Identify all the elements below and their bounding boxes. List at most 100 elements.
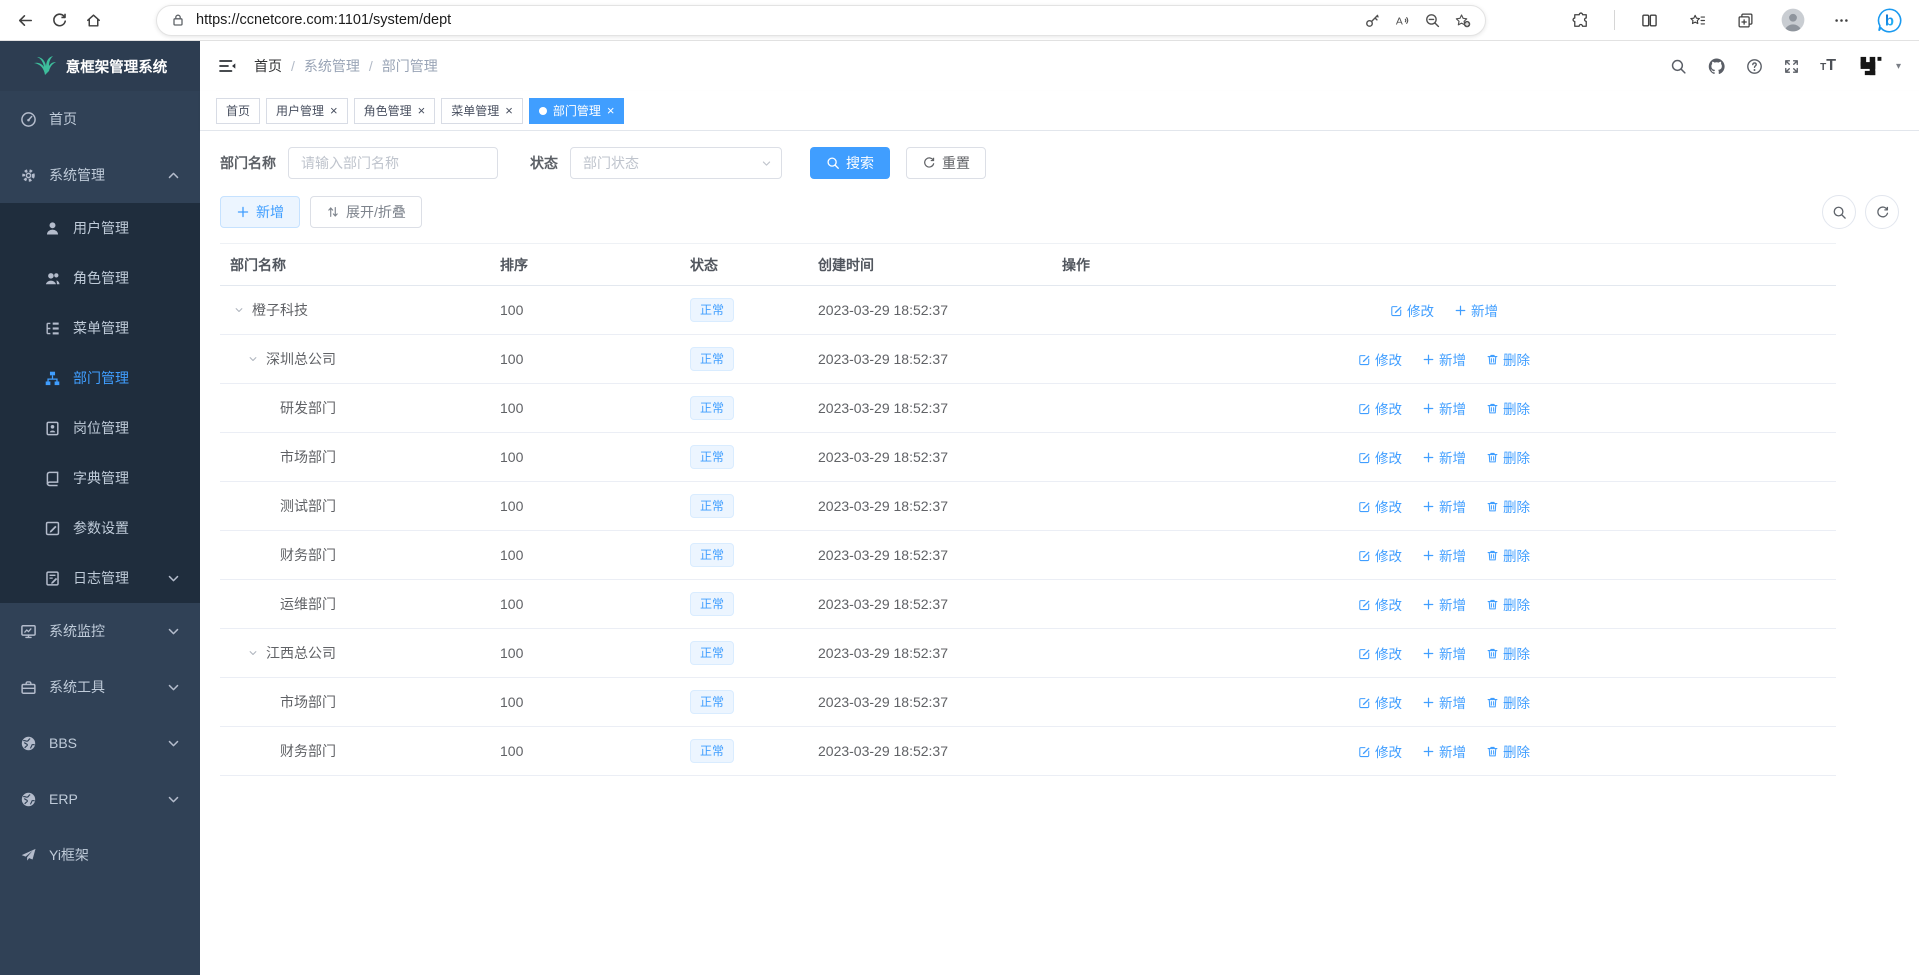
sidebar-item-label: 部门管理 (73, 368, 182, 388)
edit-link[interactable]: 修改 (1358, 643, 1402, 663)
search-button[interactable]: 搜索 (810, 147, 890, 179)
tree-expand-icon[interactable] (244, 350, 262, 368)
tab-3[interactable]: 菜单管理× (441, 98, 523, 124)
add-link[interactable]: 新增 (1422, 741, 1466, 761)
refresh-table-button[interactable] (1865, 195, 1899, 229)
add-button[interactable]: 新增 (220, 196, 300, 228)
sidebar-item-4[interactable]: 菜单管理 (0, 303, 200, 353)
favorites-button[interactable] (1683, 5, 1711, 35)
delete-link[interactable]: 删除 (1486, 496, 1530, 516)
tree-expand-icon[interactable] (244, 644, 262, 662)
delete-link[interactable]: 删除 (1486, 741, 1530, 761)
edit-link[interactable]: 修改 (1390, 300, 1434, 320)
add-link[interactable]: 新增 (1422, 594, 1466, 614)
edit-link[interactable]: 修改 (1358, 594, 1402, 614)
add-link[interactable]: 新增 (1422, 496, 1466, 516)
edit-link[interactable]: 修改 (1358, 545, 1402, 565)
edit-link[interactable]: 修改 (1358, 447, 1402, 467)
svg-text:A: A (1395, 16, 1402, 27)
add-link[interactable]: 新增 (1422, 643, 1466, 663)
delete-link[interactable]: 删除 (1486, 398, 1530, 418)
delete-link[interactable]: 删除 (1486, 349, 1530, 369)
zoom-out-icon[interactable] (1417, 7, 1447, 33)
collections-button[interactable] (1731, 5, 1759, 35)
fullscreen-icon[interactable] (1783, 58, 1800, 75)
close-icon[interactable]: × (418, 104, 426, 117)
add-favorite-icon[interactable] (1447, 7, 1477, 33)
edit-link[interactable]: 修改 (1358, 349, 1402, 369)
users-icon (44, 270, 61, 287)
tree-expand-icon[interactable] (230, 301, 248, 319)
delete-link[interactable]: 删除 (1486, 545, 1530, 565)
header-search-icon[interactable] (1670, 58, 1687, 75)
tab-0[interactable]: 首页 (216, 98, 260, 124)
browser-menu-button[interactable] (1827, 5, 1855, 35)
delete-link[interactable]: 删除 (1486, 594, 1530, 614)
expand-collapse-button[interactable]: 展开/折叠 (310, 196, 422, 228)
sidebar-item-2[interactable]: 用户管理 (0, 203, 200, 253)
delete-link[interactable]: 删除 (1486, 447, 1530, 467)
address-bar[interactable]: https://ccnetcore.com:1101/system/dept A (156, 5, 1486, 36)
edit-link[interactable]: 修改 (1358, 692, 1402, 712)
col-header-ops: 操作 (1052, 244, 1836, 286)
read-aloud-icon[interactable]: A (1387, 7, 1417, 33)
tab-1[interactable]: 用户管理× (266, 98, 348, 124)
breadcrumb-system[interactable]: 系统管理 (304, 56, 360, 76)
tab-2[interactable]: 角色管理× (354, 98, 436, 124)
edit-link[interactable]: 修改 (1358, 496, 1402, 516)
sidebar-item-14[interactable]: Yi框架 (0, 827, 200, 883)
sidebar-item-3[interactable]: 角色管理 (0, 253, 200, 303)
home-button[interactable] (76, 5, 110, 35)
sidebar-item-13[interactable]: ERP (0, 771, 200, 827)
avatar-caret-icon[interactable]: ▾ (1896, 61, 1901, 72)
user-avatar[interactable] (1856, 51, 1886, 81)
split-screen-button[interactable] (1635, 5, 1663, 35)
sidebar-item-6[interactable]: 岗位管理 (0, 403, 200, 453)
sidebar-item-10[interactable]: 系统监控 (0, 603, 200, 659)
add-link[interactable]: 新增 (1422, 349, 1466, 369)
delete-link[interactable]: 删除 (1486, 643, 1530, 663)
created-time: 2023-03-29 18:52:37 (808, 286, 1052, 335)
sidebar-fold-button[interactable] (214, 53, 240, 79)
add-link[interactable]: 新增 (1454, 300, 1498, 320)
dept-name-input[interactable] (288, 147, 498, 179)
add-link[interactable]: 新增 (1422, 692, 1466, 712)
password-key-icon[interactable] (1357, 7, 1387, 33)
help-icon[interactable] (1746, 58, 1763, 75)
sidebar-item-0[interactable]: 首页 (0, 91, 200, 147)
close-icon[interactable]: × (505, 104, 513, 117)
sidebar-item-8[interactable]: 参数设置 (0, 503, 200, 553)
bing-chat-button[interactable]: b (1875, 5, 1903, 35)
back-icon[interactable] (8, 5, 42, 35)
add-link[interactable]: 新增 (1422, 545, 1466, 565)
status-select[interactable]: 部门状态 (570, 147, 782, 179)
sidebar-item-7[interactable]: 字典管理 (0, 453, 200, 503)
sidebar-item-12[interactable]: BBS (0, 715, 200, 771)
sidebar-item-11[interactable]: 系统工具 (0, 659, 200, 715)
active-dot (539, 107, 547, 115)
breadcrumb-home[interactable]: 首页 (254, 56, 282, 76)
delete-link[interactable]: 删除 (1486, 692, 1530, 712)
add-link[interactable]: 新增 (1422, 447, 1466, 467)
edit-link[interactable]: 修改 (1358, 741, 1402, 761)
app-logo[interactable]: 意框架管理系统 (0, 41, 200, 91)
browser-profile-button[interactable] (1779, 5, 1807, 35)
extensions-button[interactable] (1566, 5, 1594, 35)
reset-button[interactable]: 重置 (906, 147, 986, 179)
bing-icon: b (1876, 7, 1903, 34)
toggle-search-button[interactable] (1822, 195, 1856, 229)
add-link[interactable]: 新增 (1422, 398, 1466, 418)
dept-name-cell: 财务部门 (230, 741, 480, 761)
edit-link[interactable]: 修改 (1358, 398, 1402, 418)
url-text[interactable]: https://ccnetcore.com:1101/system/dept (196, 12, 1357, 28)
font-size-icon[interactable]: TT (1820, 58, 1836, 74)
github-icon[interactable] (1707, 57, 1726, 76)
sidebar-item-9[interactable]: 日志管理 (0, 553, 200, 603)
tree-indent (230, 408, 258, 409)
close-icon[interactable]: × (607, 104, 615, 117)
tab-4[interactable]: 部门管理× (529, 98, 625, 124)
reload-button[interactable] (42, 5, 76, 35)
close-icon[interactable]: × (330, 104, 338, 117)
sidebar-item-5[interactable]: 部门管理 (0, 353, 200, 403)
sidebar-item-1[interactable]: 系统管理 (0, 147, 200, 203)
